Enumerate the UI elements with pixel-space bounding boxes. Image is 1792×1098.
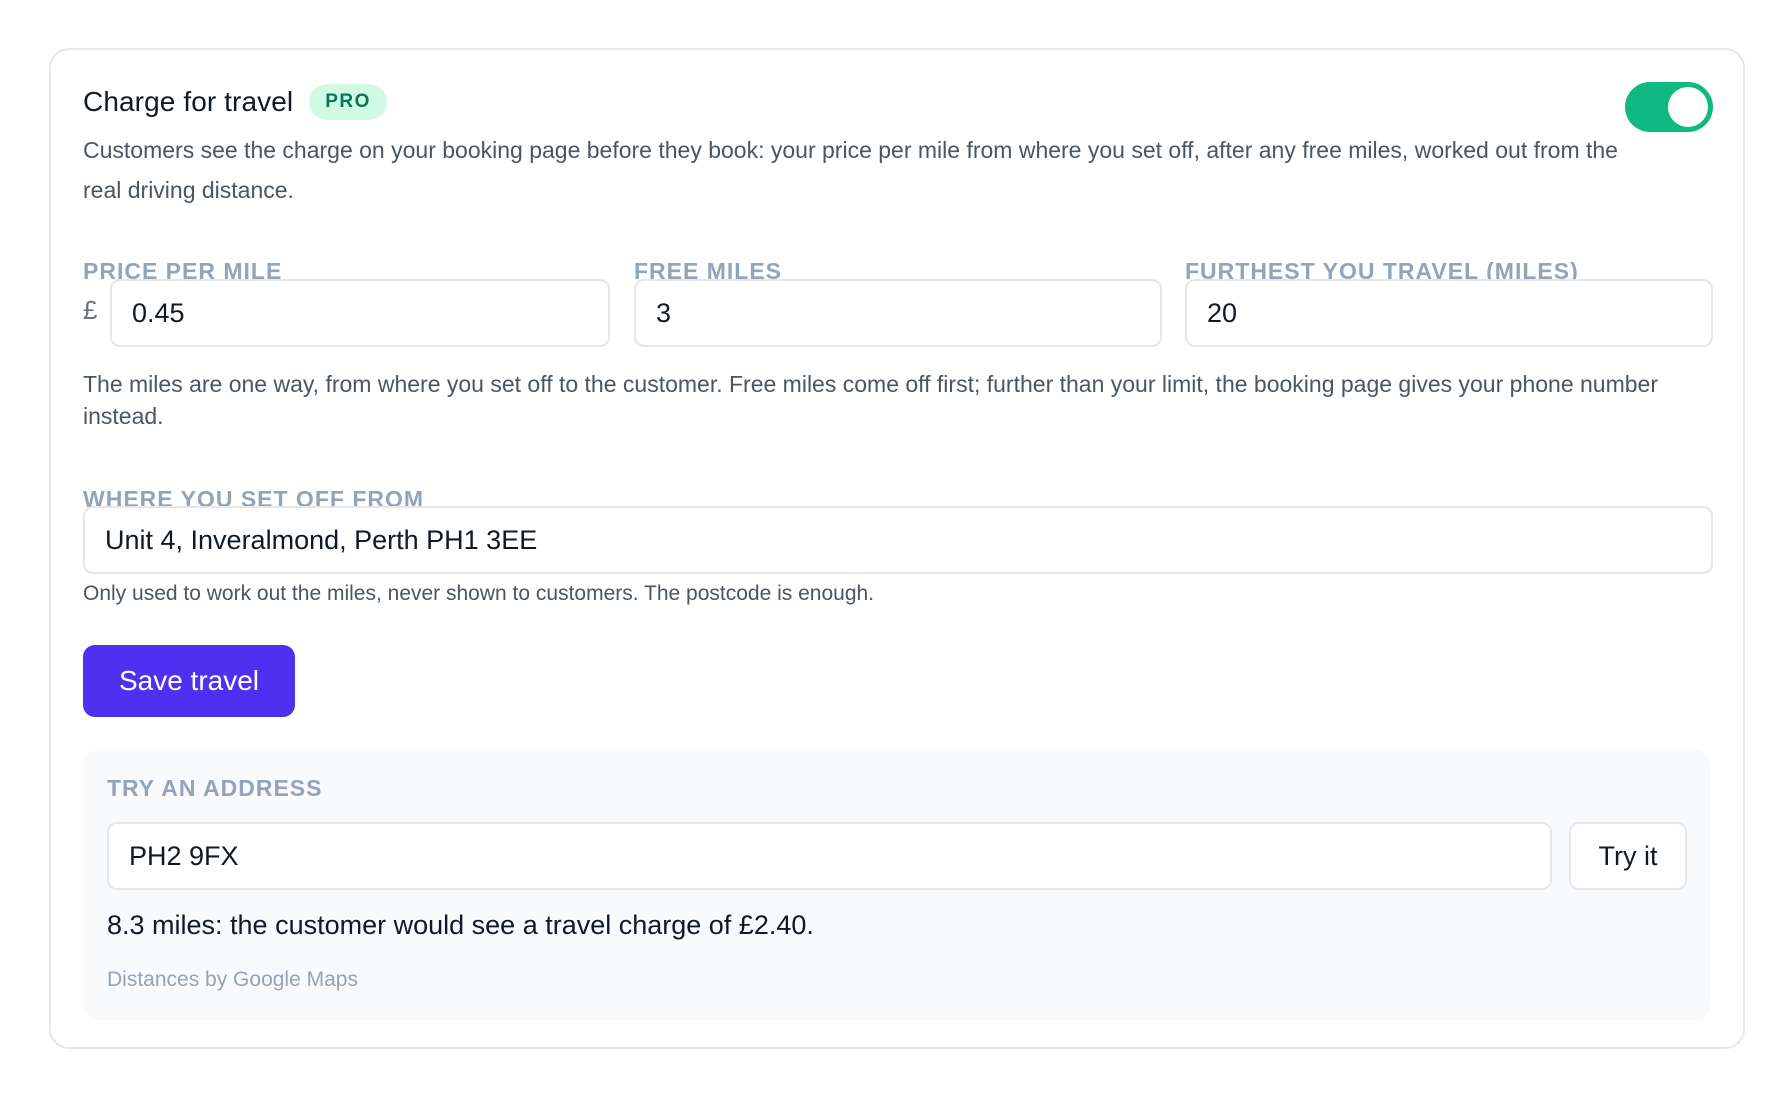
section-title: Charge for travel: [83, 86, 294, 117]
miles-note: The miles are one way, from where you se…: [83, 371, 1658, 429]
try-address-panel: TRY AN ADDRESS Try it 8.3 miles: the cus…: [83, 750, 1711, 1020]
pro-badge: PRO: [309, 84, 387, 120]
save-travel-button[interactable]: Save travel: [83, 645, 295, 717]
title-row: Charge for travel PRO: [83, 84, 387, 120]
travel-settings-card: Charge for travel PRO Customers see the …: [49, 48, 1745, 1049]
currency-symbol: £: [83, 295, 98, 325]
try-address-label: TRY AN ADDRESS: [107, 775, 323, 801]
price-per-mile-input[interactable]: [110, 279, 610, 347]
maps-attribution: Distances by Google Maps: [107, 968, 358, 991]
travel-charge-result: 8.3 miles: the customer would see a trav…: [107, 910, 814, 940]
toggle-knob: [1668, 87, 1708, 127]
try-address-input[interactable]: [107, 822, 1552, 890]
section-description: Customers see the charge on your booking…: [83, 137, 1618, 203]
free-miles-input[interactable]: [634, 279, 1162, 347]
max-distance-input[interactable]: [1185, 279, 1713, 347]
charge-for-travel-toggle[interactable]: [1625, 82, 1713, 132]
origin-help-text: Only used to work out the miles, never s…: [83, 582, 875, 605]
origin-address-input[interactable]: [83, 506, 1713, 574]
try-it-button[interactable]: Try it: [1569, 822, 1687, 890]
